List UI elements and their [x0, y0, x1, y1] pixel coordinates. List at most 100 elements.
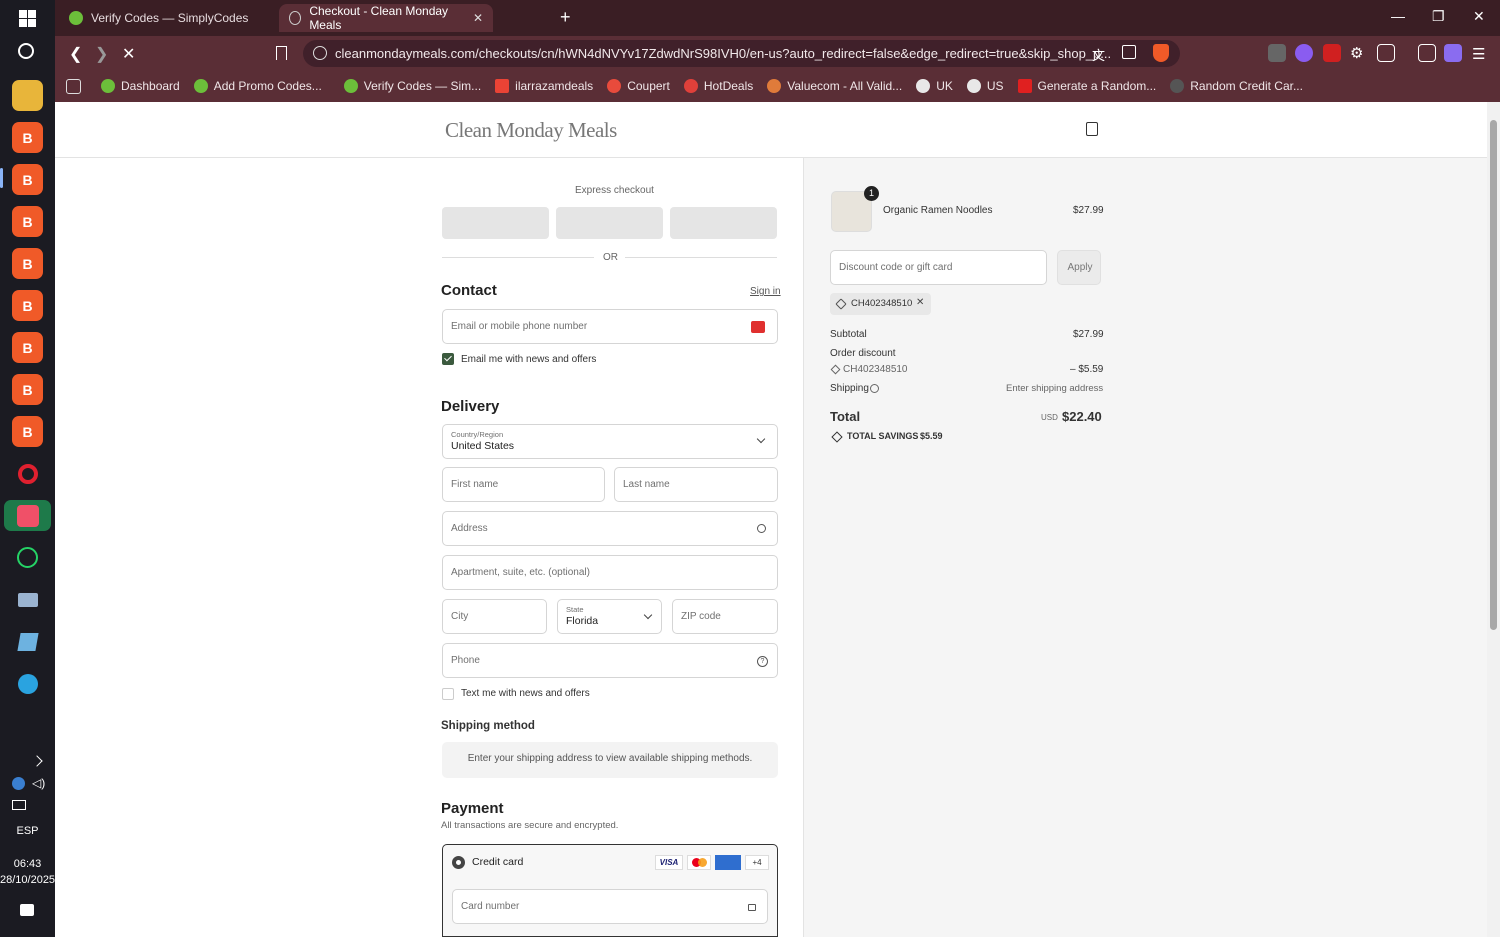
bookmark-generate-random[interactable]: Generate a Random... — [1017, 79, 1156, 93]
phone-field[interactable]: Phone ? — [442, 643, 778, 678]
windows-start-icon[interactable] — [19, 10, 36, 27]
clock-date[interactable]: 28/10/2025 — [0, 874, 55, 886]
apartment-field[interactable]: Apartment, suite, etc. (optional) — [442, 555, 778, 590]
express-pay-button-3[interactable] — [670, 207, 777, 239]
bookmark-random-credit-card[interactable]: Random Credit Car... — [1170, 79, 1303, 93]
bookmark-hotdeals[interactable]: HotDeals — [683, 79, 753, 93]
express-pay-button-1[interactable] — [442, 207, 549, 239]
more-cards-badge: +4 — [745, 855, 769, 870]
brave-shields-icon[interactable] — [1153, 44, 1169, 62]
first-name-field[interactable]: First name — [442, 467, 605, 502]
extension-icon[interactable] — [1295, 44, 1313, 62]
restore-icon[interactable]: ❐ — [1432, 8, 1445, 25]
payment-subtitle: All transactions are secure and encrypte… — [441, 820, 619, 831]
forward-icon[interactable]: ❯ — [95, 44, 108, 64]
share-icon[interactable] — [1122, 45, 1136, 59]
bookmark-verify-codes[interactable]: Verify Codes — Sim... — [343, 79, 481, 93]
hotdeals-icon — [683, 79, 698, 93]
brave-browser-profile-icon[interactable]: B — [12, 206, 43, 237]
scrollbar-thumb[interactable] — [1490, 120, 1497, 630]
chevron-right-icon[interactable] — [31, 755, 43, 767]
amex-icon — [715, 855, 741, 870]
notes-app-icon[interactable] — [12, 626, 43, 657]
volume-icon[interactable]: ◁) — [32, 776, 45, 790]
bookmark-us[interactable]: US — [966, 79, 1004, 93]
calendar-extension-icon[interactable] — [1323, 44, 1341, 62]
close-window-icon[interactable]: ✕ — [1473, 8, 1485, 25]
email-field[interactable]: Email or mobile phone number — [442, 309, 778, 344]
f-icon — [1017, 79, 1032, 93]
back-icon[interactable]: ❮ — [69, 44, 82, 64]
text-news-checkbox[interactable] — [442, 688, 454, 700]
help-icon[interactable]: ? — [757, 656, 768, 667]
stop-loading-icon[interactable]: ✕ — [122, 44, 135, 64]
brave-browser-profile-icon[interactable]: B — [12, 164, 43, 195]
city-field[interactable]: City — [442, 599, 547, 634]
bookmark-dashboard[interactable]: Dashboard — [101, 79, 180, 93]
text-news-label: Text me with news and offers — [461, 688, 590, 699]
bookmark-icon[interactable] — [276, 46, 287, 60]
tab-checkout[interactable]: Checkout - Clean Monday Meals ✕ — [279, 4, 493, 32]
extension-s-icon[interactable] — [1268, 44, 1286, 62]
clock-time[interactable]: 06:43 — [0, 858, 55, 870]
telegram-icon[interactable] — [12, 668, 43, 699]
extensions-puzzle-icon[interactable]: ⚙ — [1350, 44, 1363, 62]
loading-icon — [289, 11, 302, 25]
display-icon[interactable] — [12, 800, 26, 810]
remote-desktop-icon[interactable] — [12, 584, 43, 615]
site-info-icon[interactable] — [313, 46, 327, 60]
search-icon[interactable] — [18, 43, 34, 59]
bookmark-valuecom[interactable]: Valuecom - All Valid... — [767, 79, 902, 93]
brave-browser-profile-icon[interactable]: B — [12, 248, 43, 279]
tab-verify-codes[interactable]: Verify Codes — SimplyCodes — [59, 4, 271, 32]
country-select[interactable]: Country/Region United States — [442, 424, 778, 459]
bookmark-ilarrazamdeals[interactable]: ilarrazamdeals — [495, 79, 593, 93]
brave-browser-icon[interactable]: B — [12, 122, 43, 153]
close-tab-icon[interactable]: ✕ — [473, 11, 483, 25]
zip-code-field[interactable]: ZIP code — [672, 599, 778, 634]
bookmark-coupert[interactable]: Coupert — [607, 79, 670, 93]
network-icon[interactable] — [12, 777, 25, 790]
wallet-icon[interactable] — [1377, 44, 1395, 62]
page-scrollbar[interactable] — [1487, 102, 1500, 937]
autofill-icon[interactable] — [751, 321, 765, 333]
bookmark-uk[interactable]: UK — [916, 79, 953, 93]
brave-browser-profile-icon[interactable]: B — [12, 374, 43, 405]
new-tab-icon[interactable]: + — [560, 7, 571, 28]
brave-browser-profile-icon[interactable]: B — [12, 332, 43, 363]
card-number-field[interactable]: Card number — [452, 889, 768, 924]
store-logo[interactable]: Clean Monday Meals — [445, 118, 617, 143]
translate-icon[interactable]: 文 — [1092, 45, 1105, 64]
language-indicator[interactable]: ESP — [0, 825, 55, 837]
radio-selected-icon[interactable] — [452, 856, 465, 869]
notification-icon[interactable] — [20, 904, 34, 916]
last-name-field[interactable]: Last name — [614, 467, 778, 502]
whatsapp-icon[interactable] — [12, 542, 43, 573]
app-grid-icon[interactable] — [4, 500, 51, 531]
divider — [442, 257, 594, 258]
file-explorer-icon[interactable] — [12, 80, 43, 111]
sign-in-link[interactable]: Sign in — [750, 286, 781, 297]
discount-code-field[interactable]: Discount code or gift card — [830, 250, 1047, 285]
opera-icon[interactable] — [12, 458, 43, 489]
chevron-down-icon — [756, 434, 766, 444]
bookmark-add-promo-codes[interactable]: Add Promo Codes... — [193, 79, 322, 93]
url-field[interactable]: cleanmondaymeals.com/checkouts/cn/hWN4dN… — [303, 40, 1180, 67]
state-select[interactable]: State Florida — [557, 599, 662, 634]
tag-icon — [830, 364, 841, 375]
express-pay-button-2[interactable] — [556, 207, 663, 239]
help-icon[interactable] — [870, 384, 879, 393]
brave-browser-profile-icon[interactable]: B — [12, 416, 43, 447]
credit-card-option[interactable]: Credit card VISA +4 Card number — [442, 844, 778, 937]
shopping-bag-icon[interactable] — [1086, 122, 1098, 136]
lock-icon — [748, 904, 756, 911]
menu-icon[interactable]: ☰ — [1472, 45, 1485, 63]
minimize-icon[interactable]: — — [1391, 8, 1405, 24]
apply-button[interactable]: Apply — [1057, 250, 1101, 285]
brave-browser-profile-icon[interactable]: B — [12, 290, 43, 321]
profile-icon[interactable] — [1444, 44, 1462, 62]
address-field[interactable]: Address — [442, 511, 778, 546]
remove-code-icon[interactable]: ✕ — [916, 297, 924, 308]
apps-grid-icon[interactable] — [66, 78, 81, 94]
sidebar-icon[interactable] — [1418, 44, 1436, 62]
